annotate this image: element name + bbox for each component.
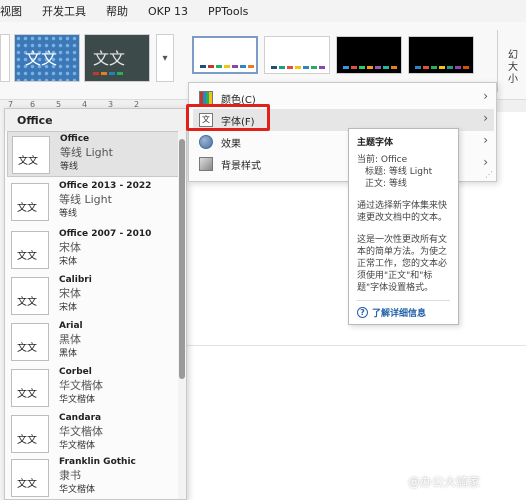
variant-color-bars	[271, 66, 325, 69]
theme-thumbnail[interactable]	[0, 34, 10, 82]
font-set-name: Calibri	[59, 275, 92, 285]
chevron-right-icon: ›	[483, 155, 488, 169]
font-set-body: 宋体	[59, 257, 78, 267]
font-set-item[interactable]: 文文 Calibri 宋体 宋体	[7, 273, 179, 319]
theme-gallery-more-button[interactable]: ▾	[156, 34, 174, 82]
font-set-heading: 宋体	[59, 287, 81, 300]
font-set-name: Corbel	[59, 367, 92, 377]
font-set-body: 等线	[59, 209, 78, 219]
tooltip-title: 主题字体	[357, 138, 394, 148]
tooltip-description: 这是一次性更改所有文本的简单方法。为使之正常工作，您的文本必须使用"正文"和"标…	[357, 235, 448, 293]
theme-color-bars	[93, 72, 123, 75]
resize-grip-icon[interactable]: ⋰	[485, 170, 493, 179]
menu-item-label: 效果	[221, 139, 241, 150]
font-set-body: 华文楷体	[59, 441, 96, 451]
theme-fonts-tooltip: 主题字体 当前: Office 标题: 等线 Light 正文: 等线 通过选择…	[348, 128, 459, 325]
theme-fonts-gallery: Office 文文 Office 等线 Light 等线 文文 Office 2…	[4, 108, 187, 500]
font-set-heading: 等线 Light	[59, 193, 112, 206]
slide-divider	[186, 345, 526, 346]
colors-icon	[199, 91, 213, 105]
font-set-body: 宋体	[59, 303, 78, 313]
variant-color-bars	[415, 66, 469, 69]
menu-bar: 视图 开发工具 帮助 OKP 13 PPTools	[0, 0, 526, 22]
font-set-name: Office	[60, 134, 90, 144]
tooltip-description: 通过选择新字体集来快速更改文档中的文本。	[357, 201, 448, 223]
variant-color-bars	[343, 66, 397, 69]
chevron-right-icon: ›	[483, 89, 488, 103]
tooltip-divider	[357, 300, 450, 301]
font-set-item[interactable]: 文文 Office 等线 Light 等线	[7, 131, 179, 177]
font-set-name: Office 2013 - 2022	[59, 181, 152, 191]
menu-developer[interactable]: 开发工具	[42, 3, 86, 19]
font-preview: 文文	[11, 369, 49, 407]
gallery-header: Office	[5, 109, 186, 131]
slide-size-label[interactable]: 幻 大小	[508, 50, 526, 86]
font-set-heading: 等线 Light	[60, 146, 113, 159]
learn-more-link[interactable]: ? 了解详细信息	[357, 306, 450, 319]
variant-thumbnail[interactable]	[408, 36, 474, 74]
effects-icon	[199, 135, 213, 149]
font-preview: 文文	[11, 277, 49, 315]
font-preview: 文文	[12, 136, 50, 174]
watermark: @办公大骑家	[408, 475, 481, 489]
variant-thumbnail[interactable]	[336, 36, 402, 74]
learn-more-label: 了解详细信息	[372, 309, 427, 319]
help-icon: ?	[357, 307, 368, 318]
font-set-item[interactable]: 文文 Office 2007 - 2010 宋体 宋体	[7, 227, 179, 273]
gallery-scroll-thumb[interactable]	[179, 139, 185, 379]
font-set-heading: 宋体	[59, 241, 81, 254]
tooltip-body-font: 正文: 等线	[365, 179, 407, 189]
font-set-body: 华文楷体	[59, 485, 96, 495]
font-set-item[interactable]: 文文 Office 2013 - 2022 等线 Light 等线	[7, 179, 179, 225]
tooltip-heading-font: 标题: 等线 Light	[365, 167, 433, 177]
theme-thumbnail[interactable]: 文文	[84, 34, 150, 82]
font-set-item[interactable]: 文文 Corbel 华文楷体 华文楷体	[7, 365, 179, 411]
font-set-name: Candara	[59, 413, 102, 423]
font-set-body: 等线	[60, 162, 79, 172]
font-set-heading: 隶书	[59, 469, 81, 482]
variant-thumbnail[interactable]	[264, 36, 330, 74]
font-preview: 文文	[11, 415, 49, 453]
menu-view[interactable]: 视图	[0, 3, 22, 19]
background-styles-icon	[199, 157, 213, 171]
font-set-body: 黑体	[59, 349, 78, 359]
theme-thumbnail[interactable]: 文文	[14, 34, 80, 82]
menu-item-label: 背景样式	[221, 161, 261, 172]
chevron-right-icon: ›	[483, 133, 488, 147]
tooltip-current: 当前: Office	[357, 155, 408, 165]
highlight-box	[186, 104, 270, 131]
font-set-body: 华文楷体	[59, 395, 96, 405]
font-set-heading: 华文楷体	[59, 425, 103, 438]
menu-pptools[interactable]: PPTools	[208, 5, 248, 18]
chevron-right-icon: ›	[483, 111, 488, 125]
font-set-name: Office 2007 - 2010	[59, 229, 152, 239]
font-set-name: Arial	[59, 321, 83, 331]
menu-help[interactable]: 帮助	[106, 3, 128, 19]
font-set-heading: 黑体	[59, 333, 81, 346]
font-set-heading: 华文楷体	[59, 379, 103, 392]
font-set-name: Franklin Gothic	[59, 457, 136, 467]
theme-thumbnail-text: 文文	[93, 49, 126, 68]
ribbon-separator	[497, 30, 498, 92]
font-set-item[interactable]: 文文 Arial 黑体 黑体	[7, 319, 179, 365]
variant-color-bars	[200, 65, 254, 68]
font-set-item[interactable]: 文文 Candara 华文楷体 华文楷体	[7, 411, 179, 457]
font-preview: 文文	[11, 323, 49, 361]
font-preview: 文文	[11, 459, 49, 497]
font-preview: 文文	[11, 183, 49, 221]
chevron-down-icon: ▾	[162, 52, 168, 64]
font-set-item[interactable]: 文文 Franklin Gothic 隶书 华文楷体	[7, 455, 179, 499]
menu-okp[interactable]: OKP 13	[148, 5, 188, 18]
font-preview: 文文	[11, 231, 49, 269]
theme-thumbnail-text: 文文	[25, 49, 58, 68]
variant-thumbnail[interactable]	[192, 36, 258, 74]
